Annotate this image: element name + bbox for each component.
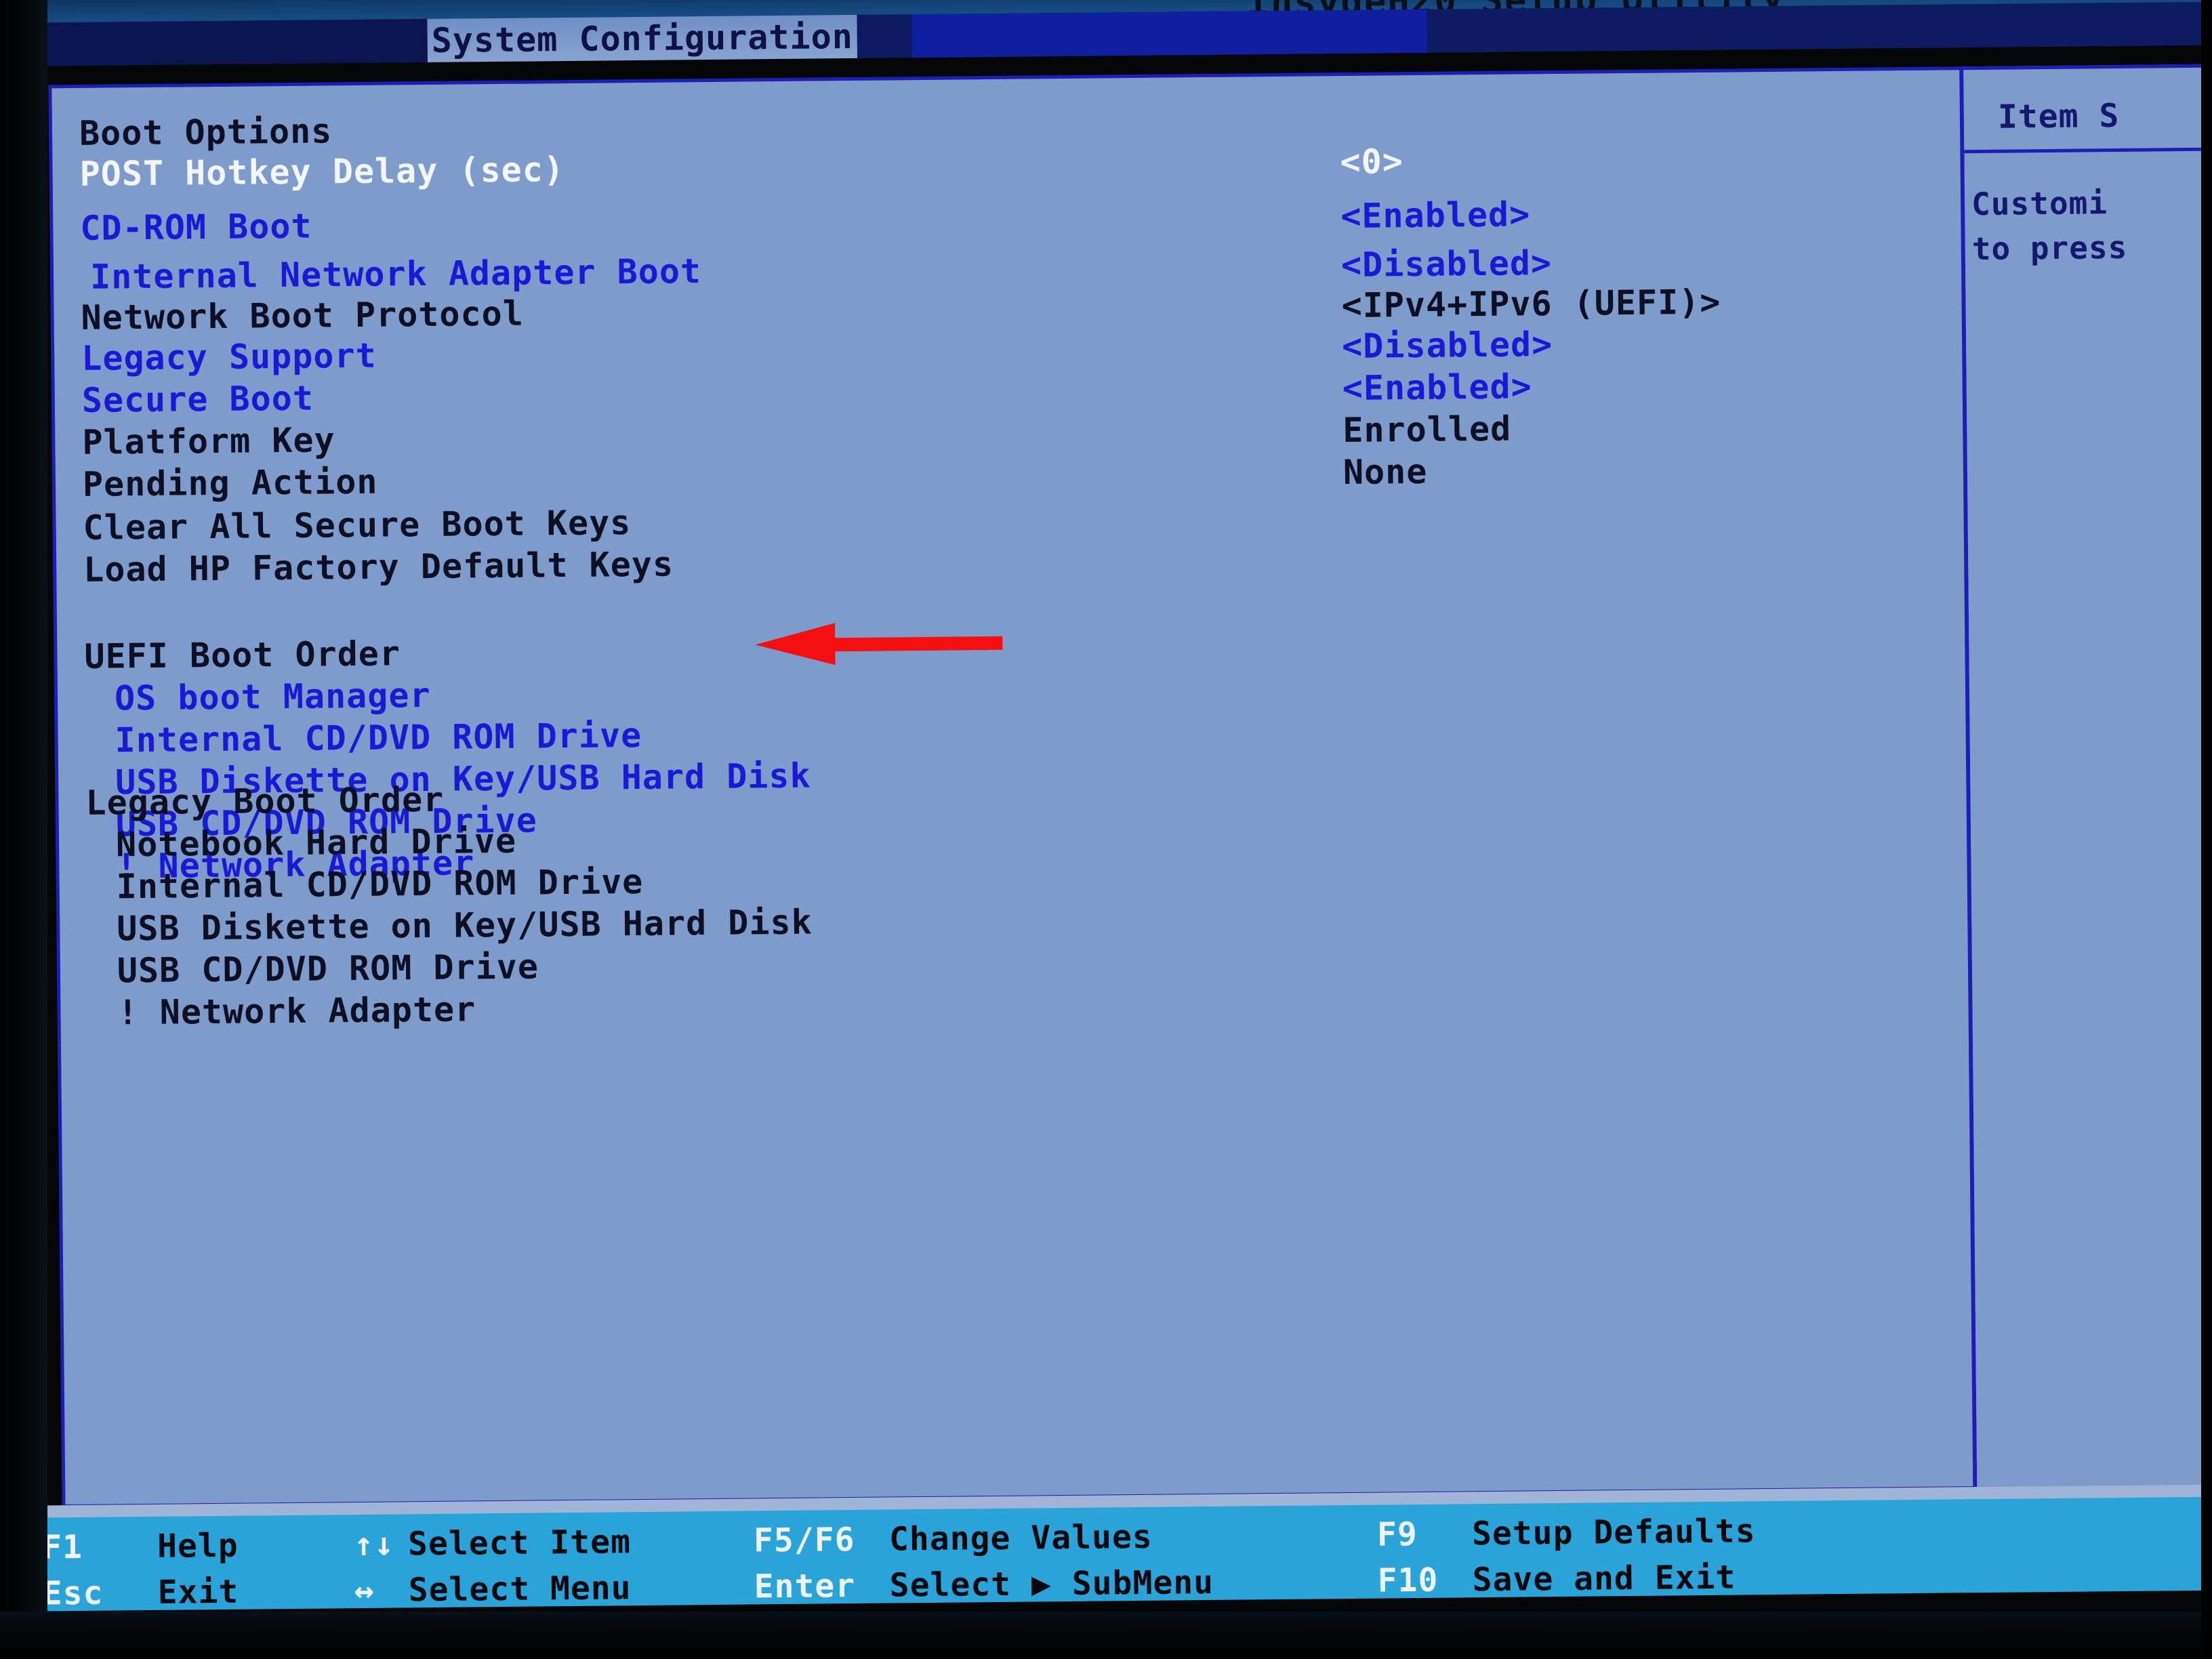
row-label: Internal Network Adapter Boot <box>89 251 702 297</box>
key-legend-key-1: F1 <box>41 1528 83 1567</box>
key-legend-key-7: F9 <box>1376 1515 1418 1554</box>
uefi-boot-item-3[interactable]: USB Diskette on Key/USB Hard Disk <box>58 756 811 805</box>
key-legend-desc-2: Exit <box>157 1572 239 1612</box>
key-legend-key-4: ↔ <box>354 1571 375 1610</box>
screen-bezel-left <box>0 0 47 1659</box>
row-label: CD-ROM Boot <box>80 206 312 248</box>
legacy-boot-item-4[interactable]: USB CD/DVD ROM Drive <box>60 947 539 994</box>
help-pane-title: Item S <box>1997 96 2120 136</box>
setting-row-post-hotkey-delay-sec[interactable]: POST Hotkey Delay (sec) <0> <box>52 142 1404 197</box>
key-legend-key-6: Enter <box>754 1566 856 1606</box>
arrow-head <box>755 623 836 666</box>
row-label: Internal CD/DVD ROM Drive <box>115 715 642 760</box>
row-label: POST Hotkey Delay (sec) <box>79 150 565 194</box>
legacy-boot-item-5[interactable]: ! Network Adapter <box>60 989 476 1036</box>
row-label: OS boot Manager <box>114 675 431 718</box>
setting-row-platform-key[interactable]: Platform Key Enrolled <box>55 409 1511 465</box>
screen-bezel-right <box>2201 0 2212 1659</box>
setting-row-load-hp-factory-default-keys[interactable]: Load HP Factory Default Keys <box>56 544 674 592</box>
setting-row-cd-rom-boot[interactable]: CD-ROM Boot <Enabled> <box>53 194 1530 251</box>
uefi-boot-item-4[interactable]: USB CD/DVD ROM Drive <box>59 800 538 847</box>
row-label: Platform Key <box>82 420 335 462</box>
settings-rows: Boot Options POST Hotkey Delay (sec) <0> CD… <box>52 70 1963 1032</box>
bios-screen-photo: InsydeH20 Setup Utility System Configura… <box>0 0 2212 1659</box>
section-title-boot-options: Boot Options <box>79 111 333 153</box>
setting-row-secure-boot[interactable]: Secure Boot <Enabled> <box>55 367 1532 423</box>
row-value[interactable]: <IPv4+IPv6 (UEFI)> <box>1341 283 1721 325</box>
key-legend-desc-6: Select ▶ SubMenu <box>889 1563 1214 1605</box>
legacy-boot-item-1[interactable]: Notebook Hard Drive <box>59 821 516 867</box>
tab-strip-left-filler <box>0 18 435 66</box>
row-label: ! Network Adapter <box>117 989 476 1033</box>
help-pane-line-1: Customi <box>1971 184 2108 223</box>
key-legend-key-5: F5/F6 <box>753 1520 855 1560</box>
row-label: Network Boot Protocol <box>81 293 525 337</box>
settings-panel: Boot Options POST Hotkey Delay (sec) <0> CD… <box>48 66 2055 1509</box>
key-legend-desc-1: Help <box>157 1526 239 1565</box>
item-specific-help-pane: Item S Customi to press <box>1963 64 2212 1490</box>
key-legend-key-3: ↑↓ <box>353 1525 395 1564</box>
section-title-uefi-boot-order: UEFI Boot Order <box>84 634 401 676</box>
key-legend-desc-3: Select Item <box>407 1523 632 1563</box>
help-pane-rule <box>1964 147 2212 154</box>
row-label: Internal CD/DVD ROM Drive <box>116 861 644 907</box>
legacy-boot-item-2[interactable]: Internal CD/DVD ROM Drive <box>59 862 643 909</box>
row-label: Secure Boot <box>81 378 314 420</box>
row-value[interactable]: <Enabled> <box>1340 194 1530 236</box>
help-pane-line-2: to press <box>1971 228 2128 268</box>
row-label: Notebook Hard Drive <box>115 821 517 865</box>
tab-system-configuration[interactable]: System Configuration <box>427 14 858 62</box>
key-legend-desc-8: Save and Exit <box>1472 1558 1736 1599</box>
row-label: USB CD/DVD ROM Drive <box>117 947 539 991</box>
row-value[interactable]: <Enabled> <box>1342 367 1532 408</box>
key-legend-key-8: F10 <box>1377 1561 1439 1600</box>
uefi-boot-item-5[interactable]: ! Network Adapter <box>59 843 474 889</box>
row-label: Legacy Support <box>81 335 377 378</box>
key-legend-desc-5: Change Values <box>888 1517 1153 1559</box>
settings-panel-background: Boot Options POST Hotkey Delay (sec) <0> CD… <box>52 69 2055 1505</box>
row-value[interactable]: None <box>1343 452 1428 492</box>
key-legend-key-2: Esc <box>42 1574 104 1613</box>
row-label: Load HP Factory Default Keys <box>83 544 674 590</box>
row-label: Clear All Secure Boot Keys <box>83 503 632 548</box>
row-value[interactable]: <0> <box>1340 142 1404 182</box>
row-value[interactable]: Enrolled <box>1343 409 1511 450</box>
screen-bezel-bottom <box>0 1612 2212 1659</box>
bios-screen: InsydeH20 Setup Utility System Configura… <box>0 0 2212 1659</box>
section-title-legacy-boot-order: Legacy Boot Order <box>85 779 445 823</box>
tab-strip-right-filler <box>912 9 1427 58</box>
key-legend-desc-7: Setup Defaults <box>1471 1512 1756 1553</box>
row-value[interactable]: <Disabled> <box>1341 243 1553 285</box>
row-label: Pending Action <box>82 462 378 504</box>
setting-row-legacy-support[interactable]: Legacy Support <Disabled> <box>54 325 1553 381</box>
row-label: USB Diskette on Key/USB Hard Disk <box>117 902 813 949</box>
arrow-shaft <box>825 636 1003 652</box>
red-annotation-arrow-icon <box>755 621 1003 666</box>
row-value[interactable]: <Disabled> <box>1342 325 1553 366</box>
key-legend-bar: F1 Help Esc Exit ↑↓ Select Item ↔ Select Menu F5… <box>14 1484 2212 1613</box>
key-legend-desc-4: Select Menu <box>408 1569 632 1610</box>
